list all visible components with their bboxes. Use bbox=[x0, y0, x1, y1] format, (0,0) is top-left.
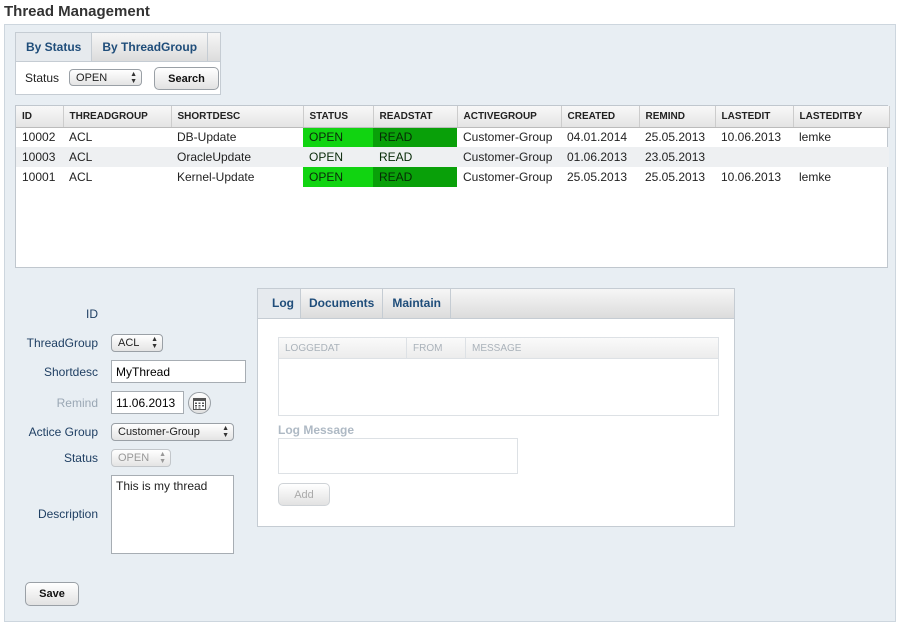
col-header-status[interactable]: STATUS bbox=[303, 106, 374, 128]
page-title: Thread Management bbox=[4, 3, 150, 20]
thread-table: ID THREADGROUP SHORTDESC STATUS READSTAT… bbox=[15, 105, 890, 268]
cell-activegroup: Customer-Group bbox=[457, 147, 561, 167]
cell-created: 01.06.2013 bbox=[561, 147, 639, 167]
table-row[interactable]: 10002 ACL DB-Update OPEN READ Customer-G… bbox=[16, 127, 889, 147]
log-col-from[interactable]: FROM bbox=[407, 338, 466, 358]
col-header-readstat[interactable]: READSTAT bbox=[373, 106, 458, 128]
cell-remind: 25.05.2013 bbox=[645, 170, 706, 184]
cell-status: OPEN bbox=[303, 147, 373, 167]
save-button[interactable]: Save bbox=[25, 582, 79, 606]
search-tabbar: By Status By ThreadGroup bbox=[16, 33, 220, 62]
status-filter-label: Status bbox=[25, 70, 60, 85]
cell-activegroup: Customer-Group bbox=[463, 130, 553, 145]
log-table: LOGGEDAT FROM MESSAGE bbox=[278, 337, 719, 416]
remind-label: Remind bbox=[56, 396, 98, 410]
tab-maintain[interactable]: Maintain bbox=[383, 289, 452, 318]
log-col-loggedat[interactable]: LOGGEDAT bbox=[279, 338, 407, 358]
col-header-threadgroup[interactable]: THREADGROUP bbox=[63, 106, 172, 128]
log-col-message[interactable]: MESSAGE bbox=[466, 338, 718, 358]
activegroup-label: Actice Group bbox=[28, 425, 98, 439]
search-button[interactable]: Search bbox=[154, 67, 219, 90]
threadgroup-select[interactable]: ACL ▲ ▼ bbox=[111, 334, 163, 352]
add-log-button[interactable]: Add bbox=[278, 483, 330, 506]
description-textarea[interactable]: This is my thread bbox=[111, 475, 234, 554]
activegroup-select[interactable]: Customer-Group ▲ ▼ bbox=[111, 423, 234, 441]
cell-created: 04.01.2014 bbox=[567, 130, 628, 145]
tab-by-threadgroup[interactable]: By ThreadGroup bbox=[92, 33, 209, 61]
status-select[interactable]: OPEN ▲ ▼ bbox=[111, 449, 171, 467]
tab-log[interactable]: Log bbox=[258, 289, 301, 318]
cell-threadgroup: ACL bbox=[69, 170, 93, 184]
cell-activegroup: Customer-Group bbox=[463, 170, 553, 184]
cell-id: 10002 bbox=[22, 130, 56, 145]
cell-remind: 25.05.2013 bbox=[645, 130, 706, 145]
cell-readstat: READ bbox=[373, 127, 457, 147]
remind-date-input[interactable] bbox=[111, 391, 184, 414]
log-message-input[interactable] bbox=[278, 438, 518, 474]
col-header-lasteditby[interactable]: LASTEDITBY bbox=[793, 106, 890, 128]
cell-created: 25.05.2013 bbox=[567, 170, 628, 184]
select-arrows-icon: ▲ ▼ bbox=[130, 70, 138, 85]
log-panel: Log Documents Maintain LOGGEDAT FROM MES… bbox=[257, 288, 735, 527]
cell-readstat: READ bbox=[373, 147, 457, 167]
log-table-header: LOGGEDAT FROM MESSAGE bbox=[279, 338, 718, 359]
status-label: Status bbox=[63, 451, 98, 465]
select-arrows-icon: ▲ ▼ bbox=[151, 336, 158, 350]
col-header-created[interactable]: CREATED bbox=[561, 106, 640, 128]
shortdesc-label: Shortdesc bbox=[43, 365, 98, 379]
cell-lastedit bbox=[715, 147, 793, 167]
col-header-remind[interactable]: REMIND bbox=[639, 106, 716, 128]
tab-by-status[interactable]: By Status bbox=[16, 33, 93, 61]
table-row[interactable]: 10001 ACL Kernel-Update OPEN READ Custom… bbox=[16, 167, 889, 187]
col-header-id[interactable]: ID bbox=[16, 106, 64, 128]
calendar-button[interactable] bbox=[188, 392, 211, 414]
status-filter-select[interactable]: OPEN ▲ ▼ bbox=[69, 69, 143, 86]
col-header-activegroup[interactable]: ACTIVEGROUP bbox=[457, 106, 562, 128]
cell-readstat: READ bbox=[373, 167, 457, 187]
cell-id: 10001 bbox=[22, 170, 56, 184]
threadgroup-value: ACL bbox=[118, 337, 140, 349]
tab-documents[interactable]: Documents bbox=[301, 289, 384, 318]
cell-status: OPEN bbox=[303, 127, 373, 147]
cell-remind: 23.05.2013 bbox=[639, 147, 715, 167]
cell-shortdesc: Kernel-Update bbox=[177, 170, 255, 184]
status-value: OPEN bbox=[118, 452, 150, 464]
search-panel: By Status By ThreadGroup Status OPEN ▲ ▼ … bbox=[15, 32, 221, 95]
cell-status: OPEN bbox=[303, 167, 373, 187]
threadgroup-label: ThreadGroup bbox=[26, 336, 98, 350]
activegroup-value: Customer-Group bbox=[118, 426, 200, 438]
shortdesc-input[interactable] bbox=[111, 360, 246, 383]
log-message-label: Log Message bbox=[278, 423, 355, 437]
cell-threadgroup: ACL bbox=[63, 147, 171, 167]
status-filter-value: OPEN bbox=[76, 71, 108, 84]
description-label: Description bbox=[37, 507, 98, 521]
select-arrows-icon: ▲ ▼ bbox=[159, 451, 166, 465]
cell-lasteditby bbox=[793, 147, 889, 167]
calendar-icon bbox=[193, 397, 206, 410]
select-arrows-icon: ▲ ▼ bbox=[222, 425, 229, 439]
cell-shortdesc: OracleUpdate bbox=[171, 147, 303, 167]
cell-lasteditby: lemke bbox=[799, 130, 832, 145]
cell-lastedit: 10.06.2013 bbox=[721, 170, 782, 184]
col-header-lastedit[interactable]: LASTEDIT bbox=[715, 106, 794, 128]
id-label: ID bbox=[86, 307, 98, 321]
cell-lastedit: 10.06.2013 bbox=[721, 130, 782, 145]
cell-id: 10003 bbox=[16, 147, 63, 167]
col-header-shortdesc[interactable]: SHORTDESC bbox=[171, 106, 304, 128]
search-row: Status OPEN ▲ ▼ bbox=[25, 69, 143, 86]
cell-lasteditby: lemke bbox=[799, 170, 832, 184]
cell-threadgroup: ACL bbox=[69, 130, 93, 145]
cell-shortdesc: DB-Update bbox=[177, 130, 237, 145]
log-tabbar: Log Documents Maintain bbox=[258, 289, 734, 319]
description-value: This is my thread bbox=[116, 479, 208, 493]
table-header-row: ID THREADGROUP SHORTDESC STATUS READSTAT… bbox=[16, 106, 890, 128]
table-row[interactable]: 10003 ACL OracleUpdate OPEN READ Custome… bbox=[16, 147, 889, 167]
